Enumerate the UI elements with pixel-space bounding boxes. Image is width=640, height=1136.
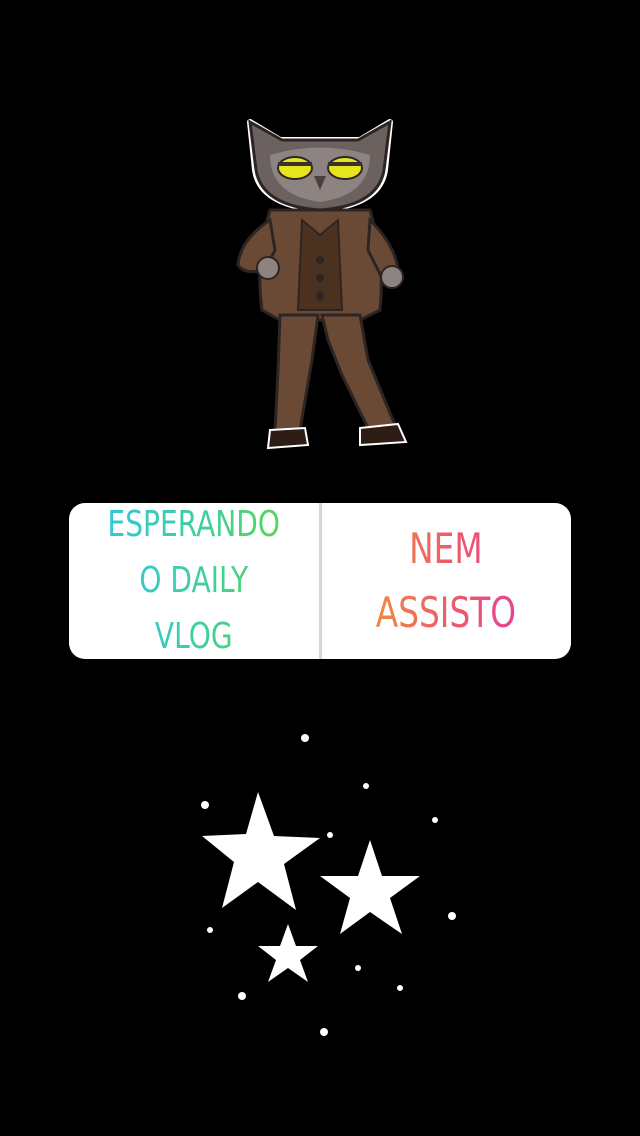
poll-option-left[interactable]: ESPERANDO O DAILY VLOG <box>69 503 319 659</box>
sparkle-stars-icon[interactable] <box>190 720 470 1050</box>
poll-option-right-label: NEM ASSISTO <box>376 517 516 645</box>
dancing-owl-icon[interactable] <box>220 110 420 460</box>
poll-option-right[interactable]: NEM ASSISTO <box>322 503 572 659</box>
story-canvas: ESPERANDO O DAILY VLOG NEM ASSISTO <box>0 0 640 1136</box>
poll-sticker: ESPERANDO O DAILY VLOG NEM ASSISTO <box>69 503 571 659</box>
poll-option-left-label: ESPERANDO O DAILY VLOG <box>96 503 291 659</box>
